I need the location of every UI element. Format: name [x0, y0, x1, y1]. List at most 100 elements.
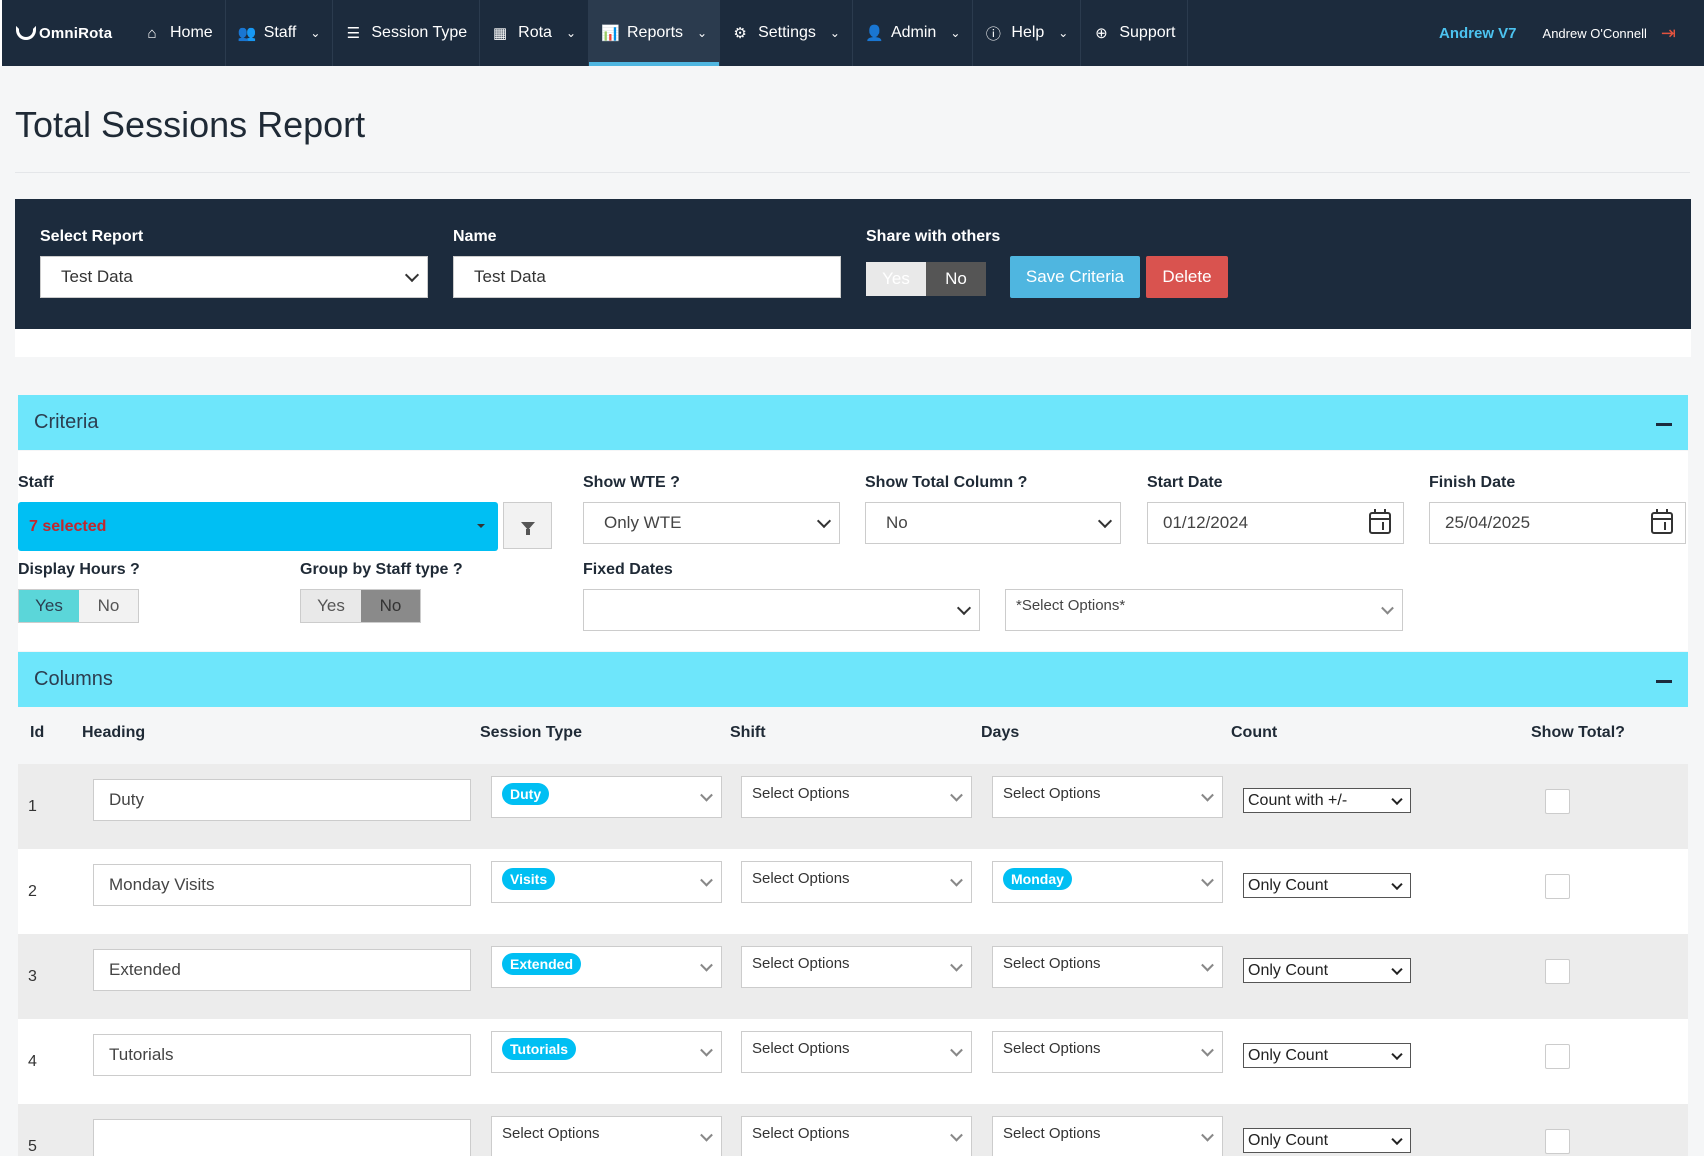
nav-item-reports[interactable]: 📊 Reports ⌄	[589, 0, 721, 66]
show-total-checkbox[interactable]	[1545, 1129, 1570, 1154]
shift-multiselect[interactable]: Select Options	[741, 1116, 972, 1156]
count-select-value: Only Count	[1248, 961, 1329, 979]
group-no[interactable]: No	[361, 590, 420, 622]
group-yes[interactable]: Yes	[301, 590, 361, 622]
session-type-multiselect[interactable]: Tutorials	[491, 1031, 722, 1073]
chevron-down-icon	[1391, 793, 1403, 805]
session-type-multiselect[interactable]: Extended	[491, 946, 722, 988]
name-label: Name	[453, 228, 497, 245]
select-options-placeholder: Select Options	[752, 784, 850, 802]
share-yes-option[interactable]: Yes	[866, 262, 926, 296]
heading-input[interactable]: Extended	[93, 949, 471, 991]
count-select-value: Only Count	[1248, 1046, 1329, 1064]
chevron-down-icon	[700, 873, 713, 887]
nav-item-home[interactable]: ⌂ Home	[132, 0, 226, 66]
count-select[interactable]: Only Count	[1243, 1128, 1411, 1153]
count-select[interactable]: Only Count	[1243, 958, 1411, 983]
fixed-dates-options-select[interactable]: *Select Options*	[1005, 589, 1403, 631]
show-total-checkbox[interactable]	[1545, 874, 1570, 899]
count-select[interactable]: Only Count	[1243, 873, 1411, 898]
days-multiselect[interactable]: Select Options	[992, 946, 1223, 988]
session-type-multiselect[interactable]: Duty	[491, 776, 722, 818]
start-date-input[interactable]: 01/12/2024	[1147, 502, 1404, 544]
staff-filter-button[interactable]	[503, 502, 552, 549]
chevron-down-icon	[700, 1128, 713, 1142]
share-no-option[interactable]: No	[926, 262, 986, 296]
session-type-multiselect[interactable]: Select Options	[491, 1116, 722, 1156]
selected-option-pill: Visits	[502, 868, 556, 890]
nav-item-label: Rota	[518, 24, 552, 41]
columns-section-header[interactable]: Columns	[18, 652, 1688, 707]
company-name[interactable]: Andrew V7	[1439, 25, 1517, 42]
share-label: Share with others	[866, 228, 1001, 245]
filter-icon	[520, 521, 535, 535]
finish-date-value: 25/04/2025	[1445, 513, 1531, 532]
collapse-icon[interactable]	[1656, 679, 1672, 683]
select-options-placeholder: Select Options	[1003, 954, 1101, 972]
nav-item-support[interactable]: ⊕ Support	[1081, 0, 1189, 66]
select-report-dropdown[interactable]: Test Data	[40, 256, 428, 298]
calendar-icon[interactable]	[1651, 509, 1673, 534]
row-id: 1	[28, 798, 37, 815]
user-name[interactable]: Andrew O'Connell	[1543, 26, 1647, 41]
shift-multiselect[interactable]: Select Options	[741, 776, 972, 818]
nav-item-admin[interactable]: 👤 Admin ⌄	[853, 0, 974, 66]
chevron-down-icon	[950, 958, 963, 972]
collapse-icon[interactable]	[1656, 422, 1672, 426]
name-input[interactable]: Test Data	[453, 256, 841, 298]
days-multiselect[interactable]: Select Options	[992, 1031, 1223, 1073]
shift-multiselect[interactable]: Select Options	[741, 1031, 972, 1073]
nav-item-session-type[interactable]: ☰ Session Type	[333, 0, 481, 66]
logout-icon[interactable]: ⇥	[1661, 23, 1676, 44]
user-icon: 👤	[864, 25, 884, 42]
count-select-value: Count with +/-	[1248, 791, 1348, 809]
chevron-down-icon	[404, 267, 420, 283]
chevron-down-icon: ⌄	[829, 26, 840, 40]
shift-multiselect[interactable]: Select Options	[741, 946, 972, 988]
select-options-placeholder: Select Options	[1003, 1039, 1101, 1057]
chevron-down-icon	[1391, 1133, 1403, 1145]
show-total-checkbox[interactable]	[1545, 959, 1570, 984]
nav-item-help[interactable]: ⓘ Help ⌄	[973, 0, 1082, 66]
calendar-icon[interactable]	[1369, 509, 1391, 534]
save-criteria-button[interactable]: Save Criteria	[1010, 256, 1140, 298]
show-total-column-select[interactable]: No	[865, 502, 1121, 544]
heading-input[interactable]: Monday Visits	[93, 864, 471, 906]
heading-input[interactable]	[93, 1119, 471, 1156]
days-multiselect[interactable]: Monday	[992, 861, 1223, 903]
days-multiselect[interactable]: Select Options	[992, 1116, 1223, 1156]
finish-date-input[interactable]: 25/04/2025	[1429, 502, 1686, 544]
nav-item-staff[interactable]: 👥 Staff ⌄	[226, 0, 334, 66]
col-header-heading: Heading	[82, 724, 146, 741]
count-select[interactable]: Only Count	[1243, 1043, 1411, 1068]
show-wte-select[interactable]: Only WTE	[583, 502, 840, 544]
criteria-section-header[interactable]: Criteria	[18, 395, 1688, 450]
nav-item-settings[interactable]: ⚙ Settings ⌄	[720, 0, 853, 66]
nav-item-label: Help	[1011, 24, 1045, 41]
brand-logo[interactable]: OmniRota	[2, 0, 132, 66]
table-row: 5 Select Options Select Options Select Opti…	[18, 1104, 1688, 1156]
show-total-checkbox[interactable]	[1545, 1044, 1570, 1069]
shift-multiselect[interactable]: Select Options	[741, 861, 972, 903]
display-hours-yes[interactable]: Yes	[19, 590, 79, 622]
fixed-dates-select[interactable]	[583, 589, 980, 631]
days-multiselect[interactable]: Select Options	[992, 776, 1223, 818]
staff-multiselect[interactable]: 7 selected	[18, 502, 498, 551]
info-icon: ⓘ	[985, 25, 1001, 43]
bar-chart-icon: 📊	[601, 25, 620, 42]
share-toggle: Yes No	[866, 262, 986, 296]
show-total-checkbox[interactable]	[1545, 789, 1570, 814]
nav-item-rota[interactable]: ▦ Rota ⌄	[480, 0, 589, 66]
count-select[interactable]: Count with +/-	[1243, 788, 1411, 813]
heading-input[interactable]: Tutorials	[93, 1034, 471, 1076]
start-date-value: 01/12/2024	[1163, 513, 1249, 532]
display-hours-no[interactable]: No	[79, 590, 138, 622]
heading-input[interactable]: Duty	[93, 779, 471, 821]
nav-item-label: Home	[170, 24, 213, 41]
home-icon: ⌂	[147, 24, 157, 42]
chevron-down-icon	[1391, 878, 1403, 890]
select-options-placeholder: Select Options	[1003, 1124, 1101, 1142]
session-type-multiselect[interactable]: Visits	[491, 861, 722, 903]
selected-option-pill: Tutorials	[502, 1038, 577, 1060]
delete-button[interactable]: Delete	[1146, 256, 1228, 298]
